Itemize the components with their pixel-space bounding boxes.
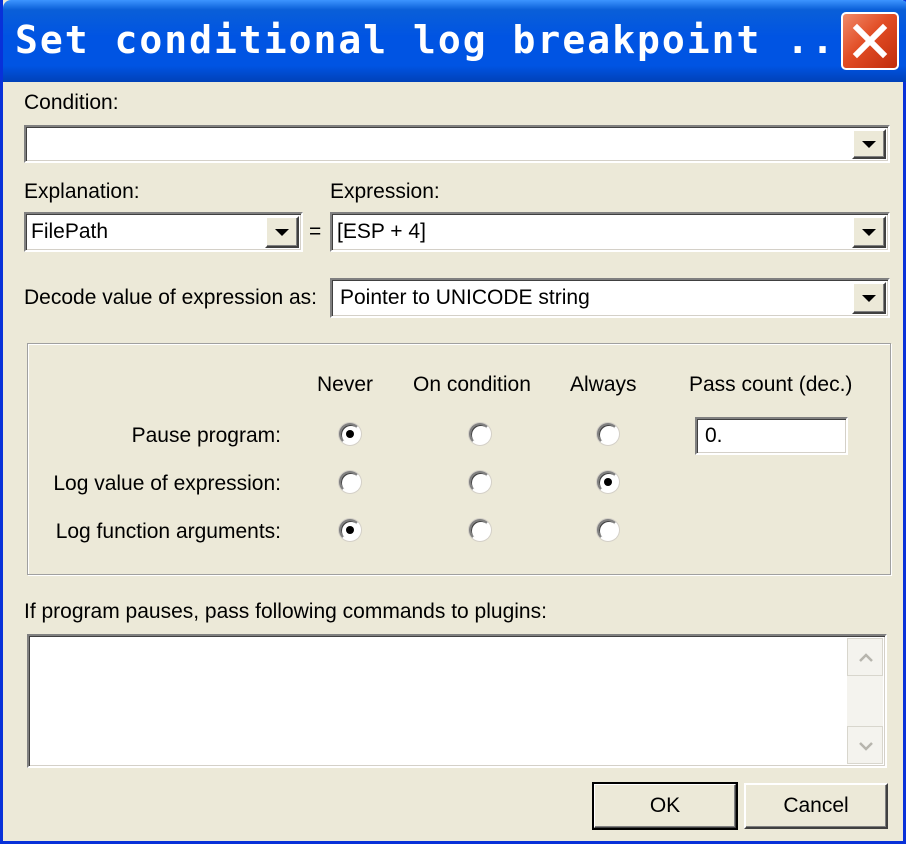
log-args-on-condition-radio[interactable] bbox=[469, 519, 491, 541]
log-args-label: Log function arguments: bbox=[55, 520, 281, 543]
explanation-value: FilePath bbox=[31, 220, 109, 243]
decode-value: Pointer to UNICODE string bbox=[340, 286, 590, 309]
explanation-label: Explanation: bbox=[24, 180, 140, 203]
decode-combo[interactable]: Pointer to UNICODE string bbox=[330, 278, 890, 318]
log-args-always-radio[interactable] bbox=[597, 519, 619, 541]
pause-program-label: Pause program: bbox=[131, 424, 281, 447]
cancel-button[interactable]: Cancel bbox=[744, 783, 888, 829]
plugin-commands-textarea[interactable] bbox=[27, 634, 887, 768]
column-always: Always bbox=[570, 373, 637, 396]
pause-on-condition-radio[interactable] bbox=[469, 423, 491, 445]
condition-label: Condition: bbox=[24, 91, 119, 114]
condition-dropdown-button[interactable] bbox=[852, 129, 886, 159]
condition-combo[interactable] bbox=[24, 125, 890, 163]
plugins-label: If program pauses, pass following comman… bbox=[24, 600, 547, 623]
pass-count-value: 0. bbox=[705, 424, 723, 447]
pause-always-radio[interactable] bbox=[597, 423, 619, 445]
expression-dropdown-button[interactable] bbox=[852, 216, 886, 248]
explanation-combo[interactable]: FilePath bbox=[24, 212, 303, 252]
pass-count-label: Pass count (dec.) bbox=[689, 373, 853, 396]
window-title: Set conditional log breakpoint ... bbox=[15, 18, 861, 62]
scroll-up-button[interactable] bbox=[847, 638, 883, 676]
expression-combo[interactable]: [ESP + 4] bbox=[330, 212, 890, 252]
chevron-up-icon bbox=[859, 653, 873, 662]
dialog-window: Set conditional log breakpoint ... Condi… bbox=[0, 0, 906, 844]
equals-sign: = bbox=[309, 220, 322, 243]
decode-dropdown-button[interactable] bbox=[852, 282, 886, 314]
column-never: Never bbox=[317, 373, 374, 396]
log-value-label: Log value of expression: bbox=[53, 472, 281, 495]
close-x-icon bbox=[852, 23, 888, 59]
vertical-scrollbar[interactable] bbox=[847, 638, 883, 764]
decode-label: Decode value of expression as: bbox=[24, 286, 318, 309]
pause-never-radio[interactable] bbox=[339, 423, 361, 445]
title-bar[interactable]: Set conditional log breakpoint ... bbox=[3, 0, 906, 82]
explanation-dropdown-button[interactable] bbox=[265, 216, 299, 248]
column-on-condition: On condition bbox=[413, 373, 531, 396]
pass-count-input[interactable]: 0. bbox=[695, 417, 848, 455]
scroll-down-button[interactable] bbox=[847, 726, 883, 764]
log-value-never-radio[interactable] bbox=[339, 471, 361, 493]
expression-value: [ESP + 4] bbox=[337, 220, 426, 243]
log-args-never-radio[interactable] bbox=[339, 519, 361, 541]
ok-button[interactable]: OK bbox=[592, 782, 738, 830]
log-value-on-condition-radio[interactable] bbox=[469, 471, 491, 493]
log-value-always-radio[interactable] bbox=[597, 471, 619, 493]
expression-label: Expression: bbox=[330, 180, 440, 203]
chevron-down-icon bbox=[859, 742, 873, 751]
close-button[interactable] bbox=[841, 12, 899, 70]
